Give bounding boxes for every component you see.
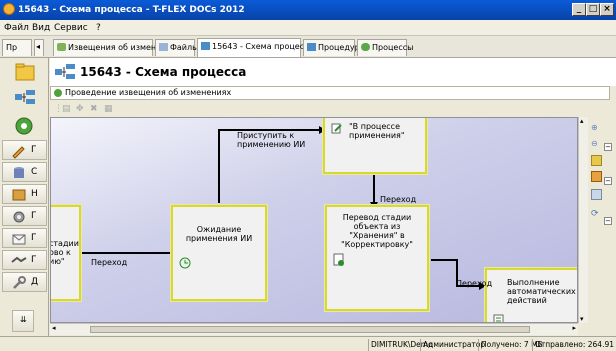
expand-icon[interactable]: −	[604, 143, 612, 151]
procedure-field[interactable]: Проведение извещения об изменениях	[50, 86, 610, 100]
scroll-thumb[interactable]	[90, 326, 530, 333]
menu-bar: Файл Вид Сервис ?	[0, 20, 616, 36]
scroll-up-icon[interactable]: ▴	[580, 117, 584, 125]
vertical-scrollbar[interactable]: ▴ ▾	[578, 117, 588, 323]
left-item-2[interactable]: Н	[2, 184, 47, 204]
tab-pr[interactable]: Пр	[2, 39, 32, 56]
collapse-panel-button[interactable]: ⇊	[12, 310, 34, 332]
delete-icon[interactable]: ✖	[90, 104, 98, 114]
refresh-icon[interactable]: ⟳	[591, 209, 602, 220]
process-icon	[15, 117, 33, 135]
status-sent: Отправлено: 264.91 КБ	[532, 339, 616, 351]
process-nav-button[interactable]	[2, 114, 47, 140]
edit-icon	[331, 123, 342, 134]
diagram-canvas[interactable]: стадии ово к ию" Ожидание применения ИИ …	[50, 117, 578, 323]
node-transfer[interactable]: Перевод стадии объекта из "Хранения" в "…	[324, 204, 430, 312]
procedures-icon	[307, 43, 316, 51]
processes-icon	[361, 43, 370, 51]
minimize-button[interactable]: _	[572, 3, 586, 16]
diagram-toolbar: ⋮ ▤ ✥ ✖ ▦	[50, 103, 582, 117]
box-icon	[12, 189, 26, 201]
chevron-down-icon: ⇊	[20, 315, 27, 324]
mail-icon	[12, 234, 26, 245]
left-item-3[interactable]: Г	[2, 206, 47, 226]
menu-file[interactable]: Файл	[4, 23, 29, 33]
menu-help[interactable]: ?	[96, 23, 101, 33]
wrench-icon	[13, 276, 26, 289]
title-bar: 15643 - Схема процесса - T-FLEX DOCs 201…	[0, 0, 616, 20]
handshake-icon	[11, 256, 27, 263]
properties-icon[interactable]: ▦	[104, 104, 113, 114]
edge-label-e2: Приступить к применению ИИ	[237, 131, 306, 149]
edge-label-e3: Переход	[380, 195, 417, 204]
node-waiting[interactable]: Ожидание применения ИИ	[170, 204, 268, 302]
zoom-in-icon[interactable]: ⊕	[591, 123, 602, 134]
layout-icon[interactable]	[591, 171, 602, 182]
left-item-0[interactable]: Г	[2, 140, 47, 160]
edge-label-e4: Переход	[456, 279, 493, 288]
menu-view[interactable]: Вид	[32, 23, 50, 33]
left-item-6[interactable]: Д	[2, 272, 47, 292]
window-title: 15643 - Схема процесса - T-FLEX DOCs 201…	[18, 5, 245, 15]
status-bar: DIMITRUK\Demo Администратор Получено: 7 …	[0, 336, 616, 351]
tab-scroll-left-button[interactable]: ◂	[34, 39, 44, 56]
scheme-icon	[15, 90, 35, 104]
fit-icon[interactable]	[591, 155, 602, 166]
node-stage-left[interactable]: стадии ово к ию"	[51, 204, 82, 302]
notice-icon	[57, 43, 66, 51]
scheme-nav-button[interactable]	[2, 86, 47, 114]
edge-label-e1: Переход	[91, 258, 128, 267]
scroll-left-icon[interactable]: ◂	[52, 324, 56, 332]
database-icon	[14, 167, 24, 178]
process-icon	[54, 89, 62, 97]
tab-files[interactable]: Файлы	[155, 39, 198, 56]
horizontal-scrollbar[interactable]: ◂ ▸	[50, 323, 578, 335]
tab-procedures[interactable]: Процедуры	[303, 39, 366, 56]
pencil-icon	[12, 146, 25, 159]
document-icon	[333, 253, 344, 266]
grid-icon[interactable]	[591, 189, 602, 200]
expand-icon[interactable]: −	[604, 177, 612, 185]
scroll-right-icon[interactable]: ▸	[572, 324, 576, 332]
left-item-5[interactable]: Г	[2, 250, 47, 270]
left-panel: Г С Н Г Г Г Д ⇊	[0, 58, 49, 351]
right-toolstrip: ⊕ ⊖ ⟳ − − −	[588, 117, 616, 335]
document-header: 15643 - Схема процесса	[50, 58, 616, 86]
menu-service[interactable]: Сервис	[54, 23, 88, 33]
node-auto[interactable]: Выполнение автоматических действий	[484, 267, 577, 322]
tab-bar: Пр ◂ Извещения об изменениях Файлы 15643…	[0, 36, 616, 58]
procedure-label: Проведение извещения об изменениях	[65, 88, 232, 97]
move-icon[interactable]: ✥	[76, 104, 84, 114]
folder-icon	[15, 63, 35, 81]
zoom-out-icon[interactable]: ⊖	[591, 139, 602, 150]
files-icon	[159, 43, 168, 51]
page-title: 15643 - Схема процесса	[80, 65, 247, 79]
scroll-down-icon[interactable]: ▾	[580, 315, 584, 323]
app-icon	[3, 3, 15, 15]
tab-change-notices[interactable]: Извещения об изменениях	[53, 39, 181, 56]
script-icon	[493, 314, 504, 322]
tab-process-scheme[interactable]: 15643 - Схема процесса ×	[197, 38, 327, 57]
close-button[interactable]: ×	[600, 3, 614, 16]
scheme-icon	[55, 64, 75, 79]
expand-icon[interactable]: −	[604, 217, 612, 225]
tab-processes[interactable]: Процессы	[357, 39, 413, 56]
left-item-4[interactable]: Г	[2, 228, 47, 248]
new-icon[interactable]: ▤	[62, 104, 71, 114]
folder-button[interactable]	[2, 60, 47, 86]
scheme-icon	[201, 42, 210, 50]
gear-icon	[13, 211, 25, 223]
clock-icon	[179, 257, 191, 269]
node-in-process[interactable]: "В процессе применения"	[322, 118, 428, 175]
left-item-1[interactable]: С	[2, 162, 47, 182]
maximize-button[interactable]: □	[586, 3, 600, 16]
